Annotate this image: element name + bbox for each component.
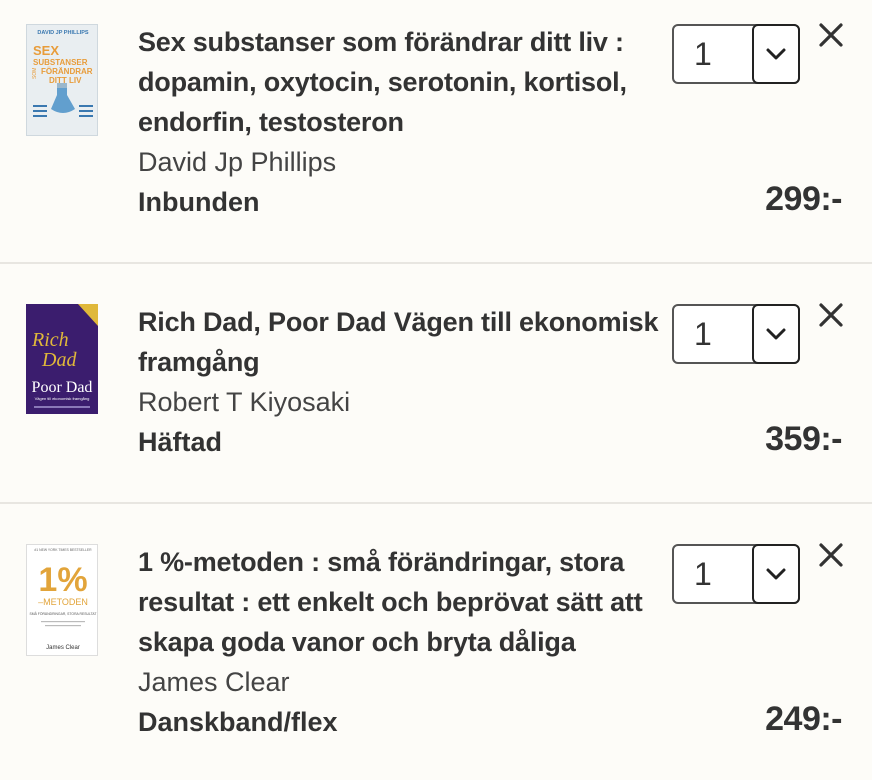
book-cover-art: Rich Dad Poor Dad Vägen till ekonomisk f… (26, 304, 98, 414)
cover-line-4: Vägen till ekonomisk framgång (35, 396, 90, 401)
quantity-dropdown-button[interactable] (752, 304, 800, 364)
remove-item-button[interactable] (816, 300, 846, 330)
cover-author: DAVID JP PHILLIPS (37, 30, 88, 36)
quantity-value: 1 (694, 316, 712, 352)
chevron-down-icon (766, 48, 786, 60)
cover-line-3: SMÅ FÖRÄNDRINGAR, STORA RESULTAT (29, 611, 96, 616)
cover-line-2: Dad (41, 349, 77, 371)
cover-line-3: FÖRÄNDRAR (41, 67, 93, 76)
cart-item: Rich Dad Poor Dad Vägen till ekonomisk f… (0, 264, 872, 504)
item-title[interactable]: Rich Dad, Poor Dad Vägen till ekonomisk … (138, 302, 668, 382)
cover-top: #1 NEW YORK TIMES BESTSELLER (34, 548, 92, 552)
item-title[interactable]: 1 %-metoden : små förändringar, stora re… (138, 542, 668, 662)
quantity-value: 1 (694, 556, 712, 592)
quantity-dropdown-button[interactable] (752, 544, 800, 604)
book-cover[interactable]: DAVID JP PHILLIPS SEX SUBSTANSER FÖRÄNDR… (26, 24, 98, 136)
quantity-dropdown-button[interactable] (752, 24, 800, 84)
cover-side: SOM (32, 68, 38, 79)
item-author[interactable]: David Jp Phillips (138, 142, 668, 182)
chevron-down-icon (766, 568, 786, 580)
item-format: Danskband/flex (138, 707, 338, 737)
item-author[interactable]: James Clear (138, 662, 668, 702)
cover-author: James Clear (46, 645, 80, 651)
item-price: 299:- (765, 180, 842, 218)
cover-line-1: Rich (31, 329, 69, 351)
close-icon (819, 303, 843, 327)
cart-item: DAVID JP PHILLIPS SEX SUBSTANSER FÖRÄNDR… (0, 0, 872, 264)
cover-line-2: SUBSTANSER (33, 58, 88, 67)
book-cover-art: DAVID JP PHILLIPS SEX SUBSTANSER FÖRÄNDR… (27, 25, 97, 135)
item-info: Rich Dad, Poor Dad Vägen till ekonomisk … (138, 302, 668, 462)
close-icon (819, 543, 843, 567)
cover-line-1: 1% (38, 561, 87, 599)
cover-line-2: –METODEN (38, 597, 88, 607)
cover-line-1: SEX (33, 43, 59, 58)
cover-line-3: Poor Dad (32, 379, 93, 396)
remove-item-button[interactable] (816, 20, 846, 50)
cart-item: #1 NEW YORK TIMES BESTSELLER 1% –METODEN… (0, 504, 872, 780)
remove-item-button[interactable] (816, 540, 846, 570)
quantity-select[interactable]: 1 (672, 304, 800, 364)
item-price: 359:- (765, 420, 842, 458)
quantity-select[interactable]: 1 (672, 544, 800, 604)
item-format: Häftad (138, 427, 223, 457)
item-info: Sex substanser som förändrar ditt liv : … (138, 22, 668, 222)
book-cover[interactable]: #1 NEW YORK TIMES BESTSELLER 1% –METODEN… (26, 544, 98, 656)
item-author[interactable]: Robert T Kiyosaki (138, 382, 668, 422)
book-cover-art: #1 NEW YORK TIMES BESTSELLER 1% –METODEN… (27, 545, 97, 655)
item-price: 249:- (765, 700, 842, 738)
close-icon (819, 23, 843, 47)
quantity-select[interactable]: 1 (672, 24, 800, 84)
chevron-down-icon (766, 328, 786, 340)
book-cover[interactable]: Rich Dad Poor Dad Vägen till ekonomisk f… (26, 304, 98, 414)
item-info: 1 %-metoden : små förändringar, stora re… (138, 542, 668, 742)
item-format: Inbunden (138, 187, 260, 217)
quantity-value: 1 (694, 36, 712, 72)
item-title[interactable]: Sex substanser som förändrar ditt liv : … (138, 22, 668, 142)
